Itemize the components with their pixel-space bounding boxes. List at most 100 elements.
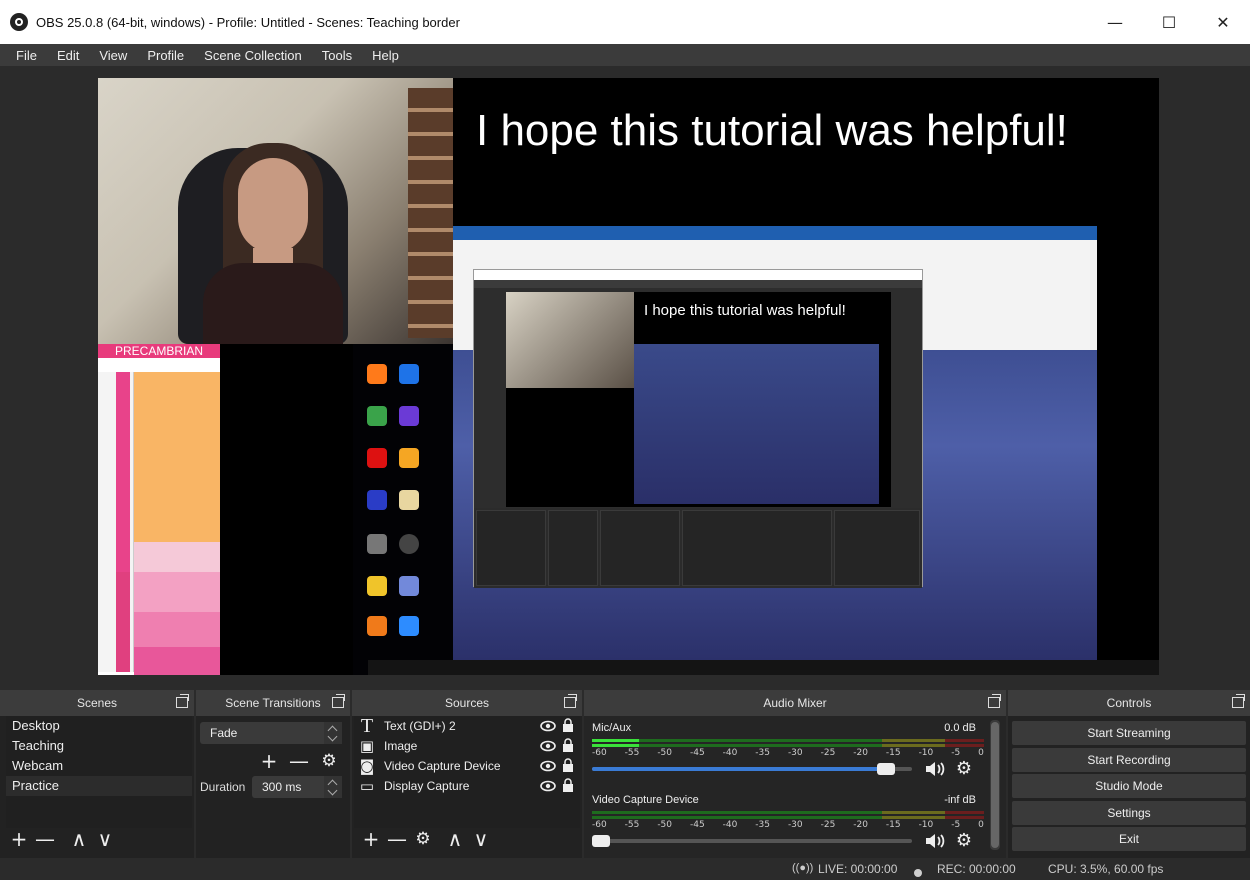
sources-undock-icon[interactable] xyxy=(564,694,577,708)
precambrian-title: PRECAMBRIAN xyxy=(98,344,220,358)
pc-band-pink-light xyxy=(134,542,220,572)
scene-item-teaching[interactable]: Teaching xyxy=(6,736,192,756)
settings-button[interactable]: Settings xyxy=(1012,801,1246,825)
add-scene-button[interactable]: + xyxy=(6,826,32,852)
preview-canvas[interactable]: PRECAMBRIAN I hope this tutorial was hel… xyxy=(98,78,1159,675)
source-item-display-capture[interactable]: ▭ Display Capture xyxy=(354,776,580,796)
scenes-header: Scenes xyxy=(0,690,194,716)
remove-scene-button[interactable]: — xyxy=(32,826,58,852)
itunes-icon xyxy=(399,406,419,426)
transitions-undock-icon[interactable] xyxy=(332,694,345,708)
track-gear-icon[interactable]: ⚙ xyxy=(954,831,974,851)
source-down-button[interactable]: ∨ xyxy=(468,826,494,852)
exit-button[interactable]: Exit xyxy=(1012,827,1246,851)
scene-item-desktop[interactable]: Desktop xyxy=(6,716,192,736)
source-item-video-capture[interactable]: ◙ Video Capture Device xyxy=(354,756,580,776)
duration-spinbox[interactable]: 300 ms xyxy=(252,776,342,798)
transition-select[interactable]: Fade xyxy=(200,722,342,744)
live-timer: LIVE: 00:00:00 xyxy=(818,862,898,876)
document-icon xyxy=(399,490,419,510)
sources-body: T Text (GDI+) 2 ▣ Image ◙ Video Capture … xyxy=(352,716,582,858)
menu-file[interactable]: File xyxy=(6,48,47,63)
transitions-dock: Scene Transitions Fade + — ⚙ Duration 30… xyxy=(196,690,350,858)
minimize-button[interactable]: — xyxy=(1088,0,1142,44)
start-streaming-button[interactable]: Start Streaming xyxy=(1012,721,1246,745)
db-tick: -55 xyxy=(624,820,640,830)
lock-icon[interactable] xyxy=(562,738,574,753)
scenes-list[interactable]: Desktop Teaching Webcam Practice xyxy=(6,716,192,828)
scenes-undock-icon[interactable] xyxy=(176,694,189,708)
studio-mode-button[interactable]: Studio Mode xyxy=(1012,774,1246,798)
db-tick: -35 xyxy=(755,820,770,830)
docks-area: Scenes Desktop Teaching Webcam Practice … xyxy=(0,690,1250,858)
outlook-titlebar xyxy=(453,226,1097,240)
db-tick: -40 xyxy=(722,820,738,830)
maximize-button[interactable]: ☐ xyxy=(1142,0,1196,44)
menu-view[interactable]: View xyxy=(89,48,137,63)
pc-band-orange xyxy=(134,372,220,542)
controls-body: Start Streaming Start Recording Studio M… xyxy=(1008,716,1250,858)
mixer-track-mic: Mic/Aux 0.0 dB -60 -55 -50 -45 -40 -35 -… xyxy=(592,722,994,782)
transitions-body: Fade + — ⚙ Duration 300 ms xyxy=(196,716,350,858)
lock-icon[interactable] xyxy=(562,718,574,733)
obs-studio-icon xyxy=(399,534,419,554)
menu-scene-collection[interactable]: Scene Collection xyxy=(194,48,312,63)
volume-slider[interactable] xyxy=(592,835,912,847)
add-transition-button[interactable]: + xyxy=(256,748,282,774)
visibility-eye-icon[interactable] xyxy=(540,739,556,753)
remove-transition-button[interactable]: — xyxy=(286,748,312,774)
scenes-dock: Scenes Desktop Teaching Webcam Practice … xyxy=(0,690,194,858)
menu-help[interactable]: Help xyxy=(362,48,409,63)
scenes-body: Desktop Teaching Webcam Practice + — ∧ ∨ xyxy=(0,716,194,858)
visibility-eye-icon[interactable] xyxy=(540,719,556,733)
menu-tools[interactable]: Tools xyxy=(312,48,362,63)
nested-titlebar xyxy=(474,270,922,280)
menu-edit[interactable]: Edit xyxy=(47,48,89,63)
close-button[interactable]: ✕ xyxy=(1196,0,1250,44)
precambrian-chart-image[interactable]: PRECAMBRIAN xyxy=(98,344,220,675)
db-tick: -25 xyxy=(820,748,836,758)
volume-slider-handle[interactable] xyxy=(877,763,896,775)
nested-webcam xyxy=(506,292,634,388)
scene-down-button[interactable]: ∨ xyxy=(92,826,118,852)
scene-item-practice[interactable]: Practice xyxy=(6,776,192,796)
chevron-updown-icon xyxy=(324,722,342,744)
webcam-feed[interactable] xyxy=(98,78,453,344)
menu-profile[interactable]: Profile xyxy=(137,48,194,63)
mixer-track-video-capture: Video Capture Device -inf dB -60 -55 -50… xyxy=(592,794,994,854)
preview-headline-text: I hope this tutorial was helpful! xyxy=(476,106,1068,155)
remove-source-button[interactable]: — xyxy=(384,826,410,852)
db-tick: -20 xyxy=(853,820,868,830)
lock-icon[interactable] xyxy=(562,758,574,773)
source-up-button[interactable]: ∧ xyxy=(442,826,468,852)
nested-transitions-dock xyxy=(548,510,598,586)
lock-icon[interactable] xyxy=(562,778,574,793)
avast-icon xyxy=(367,616,387,636)
track-gear-icon[interactable]: ⚙ xyxy=(954,759,974,779)
visibility-eye-icon[interactable] xyxy=(540,759,556,773)
controls-undock-icon[interactable] xyxy=(1232,694,1245,708)
sources-list[interactable]: T Text (GDI+) 2 ▣ Image ◙ Video Capture … xyxy=(354,716,580,828)
db-tick: -25 xyxy=(820,820,836,830)
db-tick: -50 xyxy=(657,748,673,758)
controls-dock: Controls Start Streaming Start Recording… xyxy=(1008,690,1250,858)
zoom-icon xyxy=(399,616,419,636)
mixer-scrollbar[interactable] xyxy=(990,720,1000,850)
nested-controls-dock xyxy=(834,510,920,586)
source-item-text[interactable]: T Text (GDI+) 2 xyxy=(354,716,580,736)
sources-toolbar: + — ⚙ ∧ ∨ xyxy=(358,826,494,852)
transition-properties-gear-icon[interactable]: ⚙ xyxy=(316,748,342,774)
add-source-button[interactable]: + xyxy=(358,826,384,852)
source-item-image[interactable]: ▣ Image xyxy=(354,736,580,756)
volume-slider[interactable] xyxy=(592,763,912,775)
visibility-eye-icon[interactable] xyxy=(540,779,556,793)
scene-up-button[interactable]: ∧ xyxy=(66,826,92,852)
source-properties-gear-icon[interactable]: ⚙ xyxy=(410,826,436,852)
volume-slider-handle[interactable] xyxy=(592,835,610,847)
audio-mixer-undock-icon[interactable] xyxy=(988,694,1001,708)
start-recording-button[interactable]: Start Recording xyxy=(1012,748,1246,772)
speaker-volume-icon[interactable] xyxy=(924,759,948,779)
scene-item-webcam[interactable]: Webcam xyxy=(6,756,192,776)
speaker-volume-icon[interactable] xyxy=(924,831,948,851)
db-tick: -45 xyxy=(689,748,705,758)
